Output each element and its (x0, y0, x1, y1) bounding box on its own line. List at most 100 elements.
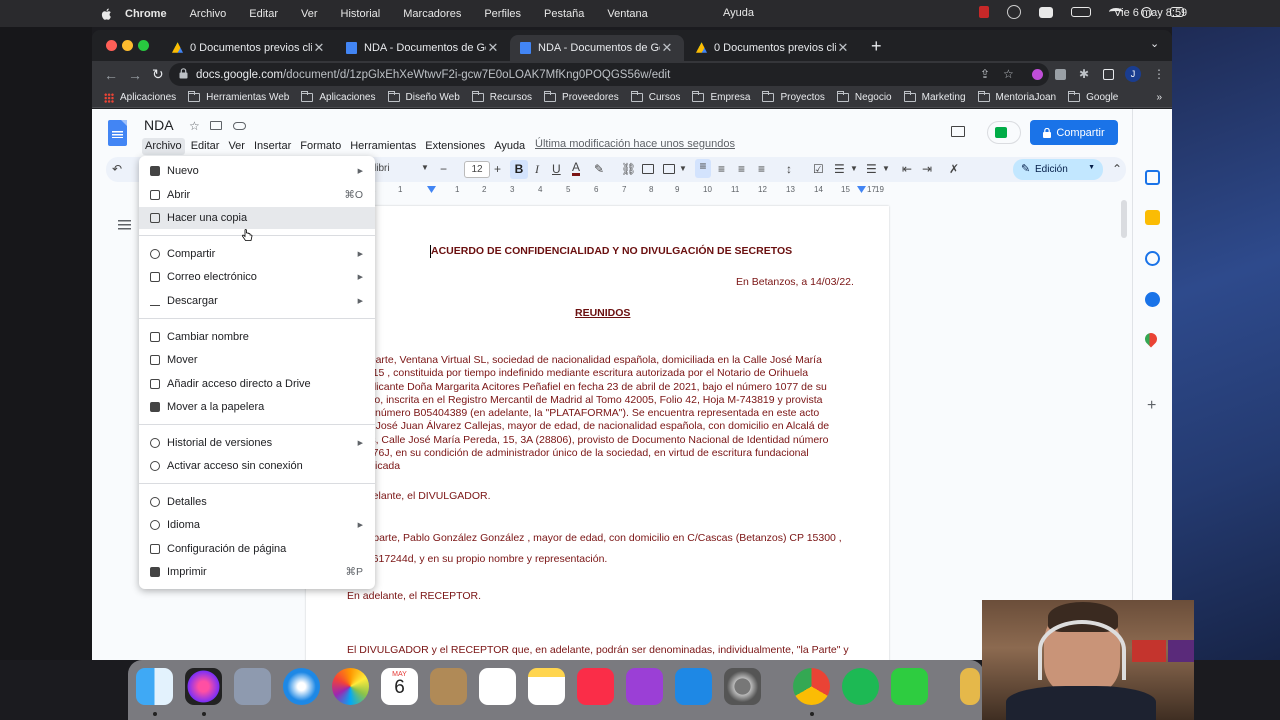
move-folder-icon[interactable] (210, 121, 222, 130)
calendar-app-icon[interactable]: MAY 6 (381, 668, 418, 705)
align-justify-icon[interactable]: ≡ (758, 162, 765, 176)
document-title[interactable]: NDA (144, 117, 174, 133)
menu-item-historial[interactable]: Historial de versiones ▶ (139, 432, 375, 454)
close-window-button[interactable] (106, 40, 117, 51)
bookmark-star-icon[interactable]: ☆ (1003, 67, 1014, 81)
star-icon[interactable]: ☆ (189, 119, 200, 133)
safari-icon[interactable] (283, 668, 320, 705)
menu-item-nuevo[interactable]: Nuevo ▶ (139, 160, 375, 182)
tab-close-icon[interactable]: ✕ (312, 40, 326, 56)
bookmark-folder[interactable]: Diseño Web (387, 91, 460, 103)
music-icon[interactable] (577, 668, 614, 705)
menubar-item-editar[interactable]: Editar (249, 8, 278, 20)
insert-image-icon[interactable] (663, 164, 675, 174)
menu-item-descargar[interactable]: Descargar ▶ (139, 290, 375, 312)
menubar-item-historial[interactable]: Historial (341, 8, 381, 20)
menu-item-papelera[interactable]: Mover a la papelera (139, 396, 375, 418)
minimize-window-button[interactable] (122, 40, 133, 51)
menu-item-configuracion-pagina[interactable]: Configuración de página (139, 538, 375, 560)
increase-font-icon[interactable]: + (494, 162, 501, 176)
menubar-item-pestana[interactable]: Pestaña (544, 8, 584, 20)
italic-button[interactable]: I (535, 162, 539, 177)
insert-link-icon[interactable]: ⛓ (621, 162, 636, 176)
notes-icon[interactable] (528, 668, 565, 705)
bookmark-folder[interactable]: Google (1068, 91, 1118, 103)
menubar-item-marcadores[interactable]: Marcadores (403, 8, 461, 20)
menu-extensiones[interactable]: Extensiones (422, 138, 488, 155)
menu-item-acceso-directo[interactable]: Añadir acceso directo a Drive (139, 373, 375, 395)
bookmark-folder[interactable]: Proveedores (544, 91, 619, 103)
last-modified-link[interactable]: Última modificación hace unos segundos (535, 138, 735, 150)
chrome-menu-icon[interactable]: ⋮ (1153, 67, 1165, 81)
decrease-indent-icon[interactable]: ⇤ (902, 162, 912, 176)
docs-logo-icon[interactable] (108, 120, 127, 146)
document-page[interactable]: ACUERDO DE CONFIDENCIALIDAD Y NO DIVULGA… (306, 206, 889, 660)
app-store-icon[interactable] (675, 668, 712, 705)
checklist-icon[interactable]: ☑ (813, 162, 824, 176)
highlight-pen-icon[interactable]: ✎ (594, 162, 604, 176)
clipboard-app-icon[interactable] (891, 668, 928, 705)
add-addon-icon[interactable]: + (1147, 397, 1156, 415)
bookmark-apps[interactable]: Aplicaciones (104, 92, 176, 103)
address-bar[interactable]: docs.google.com/document/d/1zpGlxEhXeWtw… (169, 63, 1049, 86)
bookmark-folder[interactable]: Proyectos (762, 91, 825, 103)
meet-button[interactable] (987, 121, 1021, 144)
font-size-input[interactable]: 12 (464, 161, 490, 178)
browser-tab[interactable]: NDA - Documentos de Google ✕ (336, 35, 510, 61)
chevron-down-icon[interactable]: ▼ (882, 164, 890, 173)
tab-close-icon[interactable]: ✕ (836, 40, 850, 56)
horizontal-ruler[interactable]: 2 1 1 2 3 4 5 6 7 8 9 10 11 12 13 14 15 … (307, 185, 889, 197)
new-tab-button[interactable]: + (871, 36, 882, 57)
browser-tab-active[interactable]: NDA - Documentos de Google ✕ (510, 35, 684, 61)
menubar-app-name[interactable]: Chrome (125, 8, 167, 20)
photos-icon[interactable] (332, 668, 369, 705)
battery-icon[interactable] (1071, 7, 1091, 17)
menu-item-idioma[interactable]: Idioma ▶ (139, 514, 375, 536)
maps-icon[interactable] (1142, 330, 1160, 348)
profile-avatar[interactable]: J (1125, 66, 1141, 82)
chrome-icon[interactable] (793, 668, 830, 705)
calendar-icon[interactable] (1145, 170, 1160, 185)
menu-item-mover[interactable]: Mover (139, 349, 375, 371)
browser-tab[interactable]: 0 Documentos previos cliente ✕ (162, 35, 336, 61)
podcasts-icon[interactable] (626, 668, 663, 705)
menu-item-detalles[interactable]: Detalles (139, 491, 375, 513)
document-outline-icon[interactable] (118, 220, 131, 232)
side-panel-icon[interactable] (1103, 69, 1114, 80)
bookmark-folder[interactable]: Aplicaciones (301, 91, 376, 103)
airplay-icon[interactable] (1007, 5, 1021, 19)
tab-search-chevron-icon[interactable]: ⌄ (1150, 37, 1159, 50)
bookmark-folder[interactable]: Negocio (836, 91, 892, 103)
bookmark-folder[interactable]: Empresa (692, 91, 750, 103)
apple-icon[interactable] (100, 7, 114, 21)
menu-editar[interactable]: Editar (188, 138, 223, 155)
maximize-window-button[interactable] (138, 40, 149, 51)
align-center-icon[interactable]: ≡ (718, 162, 725, 176)
bookmark-folder[interactable]: Herramientas Web (188, 91, 289, 103)
text-color-button[interactable]: A (572, 161, 581, 176)
tab-close-icon[interactable]: ✕ (486, 40, 500, 56)
launchpad-icon[interactable] (234, 668, 271, 705)
menu-item-compartir[interactable]: Compartir ▶ (139, 243, 375, 265)
share-button[interactable]: Compartir (1030, 120, 1118, 145)
menu-item-cambiar-nombre[interactable]: Cambiar nombre (139, 326, 375, 348)
tab-close-icon[interactable]: ✕ (660, 40, 674, 56)
menubar-item-ver[interactable]: Ver (301, 8, 318, 20)
menu-archivo[interactable]: Archivo (142, 138, 185, 155)
contacts-app-icon[interactable] (430, 668, 467, 705)
clear-formatting-icon[interactable]: ✗ (949, 162, 959, 176)
cloud-saved-icon[interactable] (233, 122, 246, 130)
bulleted-list-icon[interactable]: ☰ (834, 162, 845, 176)
menu-item-hacer-una-copia[interactable]: Hacer una copia (139, 207, 375, 229)
ruler-indent-marker[interactable] (427, 186, 436, 193)
editing-mode-select[interactable]: ✎ Edición ▼ (1013, 159, 1103, 180)
bookmark-folder[interactable]: Recursos (471, 91, 532, 103)
bookmark-folder[interactable]: Cursos (630, 91, 680, 103)
spotify-icon[interactable] (842, 668, 879, 705)
contacts-icon[interactable] (1145, 292, 1160, 307)
underline-button[interactable]: U (552, 162, 561, 176)
back-arrow-icon[interactable]: ← (104, 67, 118, 83)
document-scrollbar[interactable] (1121, 200, 1127, 660)
notification-icon[interactable] (1039, 6, 1053, 18)
menu-item-sin-conexion[interactable]: Activar acceso sin conexión (139, 455, 375, 477)
